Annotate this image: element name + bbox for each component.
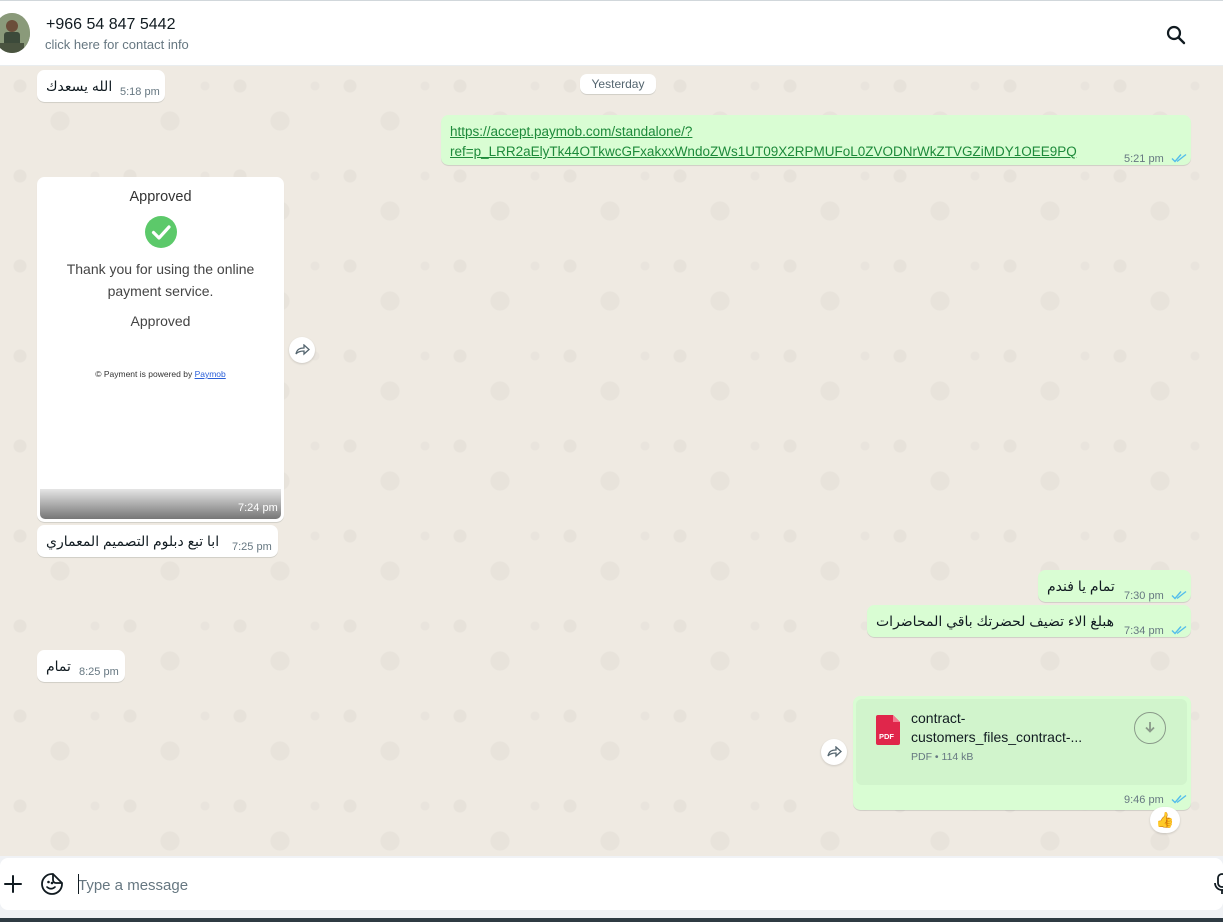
image-status: Approved [130, 313, 191, 329]
message-incoming-image[interactable]: Approved Thank you for using the online … [37, 177, 284, 522]
message-text: تمام يا فندم [1047, 578, 1115, 594]
message-text: ابا تبع دبلوم التصميم المعماري [46, 533, 220, 549]
composer-field-container [0, 858, 1223, 910]
document-meta: PDF • 114 kB [911, 751, 974, 763]
document-name-line2: customers_files_contract-... [911, 729, 1083, 745]
forward-button[interactable] [821, 739, 847, 765]
document-card[interactable]: PDF contract- customers_files_contract-.… [856, 699, 1187, 785]
voice-button[interactable] [1212, 872, 1223, 896]
image-title: Approved [129, 189, 192, 205]
read-ticks-icon [1171, 591, 1187, 600]
image-preview[interactable]: Approved Thank you for using the online … [40, 180, 281, 519]
search-icon [1166, 25, 1186, 45]
image-footer: © Payment is powered by Paymob [40, 369, 281, 379]
window-bottom-edge [0, 918, 1223, 922]
read-ticks-icon [1171, 626, 1187, 635]
message-outgoing-document[interactable]: PDF contract- customers_files_contract-.… [853, 696, 1191, 810]
message-time: 7:34 pm [1124, 625, 1164, 637]
payment-link-line2: ref=p_LRR2aElyTk44OTkwcGFxakxxWndoZWs1UT… [450, 144, 1077, 159]
message-text: تمام [46, 658, 71, 674]
read-ticks-icon [1171, 795, 1187, 804]
message-outgoing-link[interactable]: https://accept.paymob.com/standalone/? r… [441, 115, 1191, 165]
microphone-icon [1214, 873, 1223, 894]
payment-link-line1: https://accept.paymob.com/standalone/? [450, 124, 693, 139]
message-list[interactable]: Yesterday الله يسعدك 5:18 pm https://acc… [0, 66, 1223, 856]
download-button[interactable] [1134, 712, 1166, 744]
message-meta: 9:46 pm [1124, 790, 1187, 806]
contact-name[interactable]: +966 54 847 5442 [46, 16, 175, 34]
forward-button[interactable] [289, 337, 315, 363]
message-time: 5:18 pm [120, 86, 160, 98]
message-incoming[interactable]: ابا تبع دبلوم التصميم المعماري 7:25 pm [37, 525, 278, 557]
reaction-badge[interactable]: 👍 [1150, 807, 1180, 833]
message-meta: 7:34 pm [1124, 621, 1187, 637]
message-incoming[interactable]: الله يسعدك 5:18 pm [37, 70, 165, 102]
image-message: Thank you for using the online payment s… [66, 261, 255, 299]
message-time: 9:46 pm [1124, 794, 1164, 806]
sticker-button[interactable] [40, 872, 64, 896]
attach-button[interactable] [2, 873, 24, 895]
sticker-icon [41, 873, 63, 895]
message-meta: 7:30 pm [1124, 586, 1187, 602]
forward-icon [295, 344, 310, 356]
document-type-label: PDF [879, 732, 894, 741]
message-time: 8:25 pm [79, 666, 119, 678]
message-incoming[interactable]: تمام 8:25 pm [37, 650, 125, 682]
message-text: الله يسعدك [46, 78, 113, 94]
image-footer-text: © Payment is powered by [95, 369, 193, 379]
read-ticks-icon [1171, 154, 1187, 163]
download-icon [1145, 722, 1155, 733]
thumbs-up-reaction: 👍 [1155, 812, 1175, 829]
message-outgoing[interactable]: هبلغ الاء تضيف لحضرتك باقي المحاضرات 7:3… [867, 605, 1191, 637]
message-outgoing[interactable]: تمام يا فندم 7:30 pm [1038, 570, 1191, 602]
contact-avatar[interactable] [0, 13, 30, 53]
contact-info-hint[interactable]: click here for contact info [45, 37, 189, 52]
chat-header[interactable]: +966 54 847 5442 click here for contact … [0, 0, 1223, 66]
image-footer-link: Paymob [194, 369, 226, 379]
message-meta: 5:21 pm [1124, 149, 1187, 165]
composer-bar [0, 856, 1223, 922]
plus-icon [4, 875, 22, 893]
message-time: 7:30 pm [1124, 590, 1164, 602]
date-separator: Yesterday [580, 74, 656, 94]
search-button[interactable] [1162, 21, 1190, 49]
message-time: 7:25 pm [232, 541, 272, 553]
text-caret [78, 874, 79, 894]
payment-link[interactable]: https://accept.paymob.com/standalone/? r… [450, 122, 1077, 162]
document-name-line1: contract- [911, 710, 966, 726]
message-text: هبلغ الاء تضيف لحضرتك باقي المحاضرات [876, 613, 1114, 629]
message-time: 5:21 pm [1124, 153, 1164, 165]
message-time: 7:24 pm [238, 502, 278, 514]
forward-icon [827, 746, 842, 758]
message-input[interactable] [78, 874, 1178, 896]
check-circle-icon [145, 216, 177, 248]
